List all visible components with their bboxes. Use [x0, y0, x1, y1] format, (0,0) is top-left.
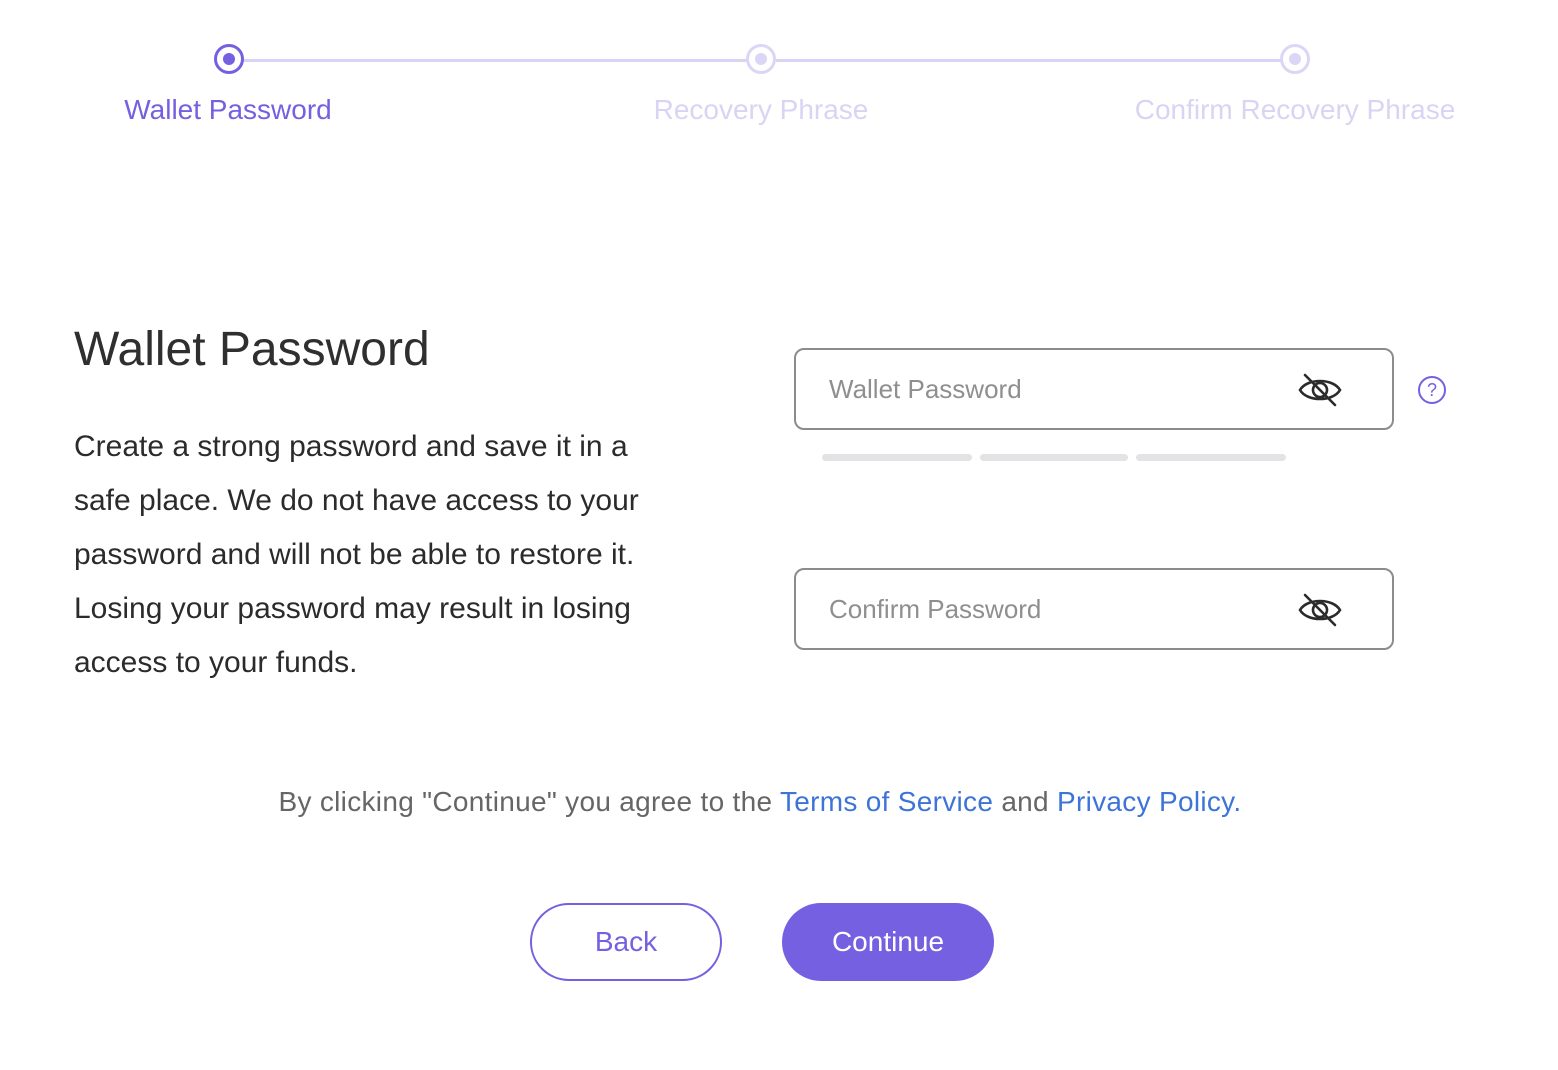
- terms-of-service-link[interactable]: Terms of Service: [780, 786, 993, 817]
- step-1-label: Wallet Password: [124, 94, 332, 125]
- wallet-password-field: [794, 348, 1394, 430]
- strength-segment: [1136, 454, 1286, 461]
- step-2-indicator: [746, 44, 776, 74]
- step-3-indicator: [1280, 44, 1310, 74]
- wallet-password-page: Wallet Password Recovery Phrase Confirm …: [0, 0, 1558, 1070]
- wallet-password-input[interactable]: [829, 373, 1269, 405]
- page-title: Wallet Password: [74, 323, 430, 376]
- step-1-indicator: [214, 44, 244, 74]
- step-2-label: Recovery Phrase: [653, 94, 869, 125]
- page-description: Create a strong password and save it in …: [74, 430, 639, 679]
- stepper-connector: [242, 59, 748, 62]
- eye-off-icon[interactable]: [1296, 370, 1344, 410]
- terms-notice: By clicking "Continue" you agree to the …: [0, 786, 1520, 818]
- terms-and: and: [993, 786, 1058, 817]
- back-button[interactable]: Back: [530, 903, 722, 981]
- confirm-password-input[interactable]: [829, 593, 1269, 625]
- help-symbol: ?: [1426, 379, 1437, 400]
- confirm-password-field: [794, 568, 1394, 650]
- strength-segment: [980, 454, 1128, 461]
- stepper-connector: [776, 59, 1282, 62]
- question-circle-icon[interactable]: ?: [1418, 376, 1446, 404]
- eye-off-icon[interactable]: [1296, 590, 1344, 630]
- terms-prefix: By clicking "Continue" you agree to the: [278, 786, 780, 817]
- privacy-policy-link[interactable]: Privacy Policy.: [1057, 786, 1241, 817]
- step-3-label: Confirm Recovery Phrase: [1134, 94, 1456, 125]
- strength-segment: [822, 454, 972, 461]
- continue-button[interactable]: Continue: [782, 903, 994, 981]
